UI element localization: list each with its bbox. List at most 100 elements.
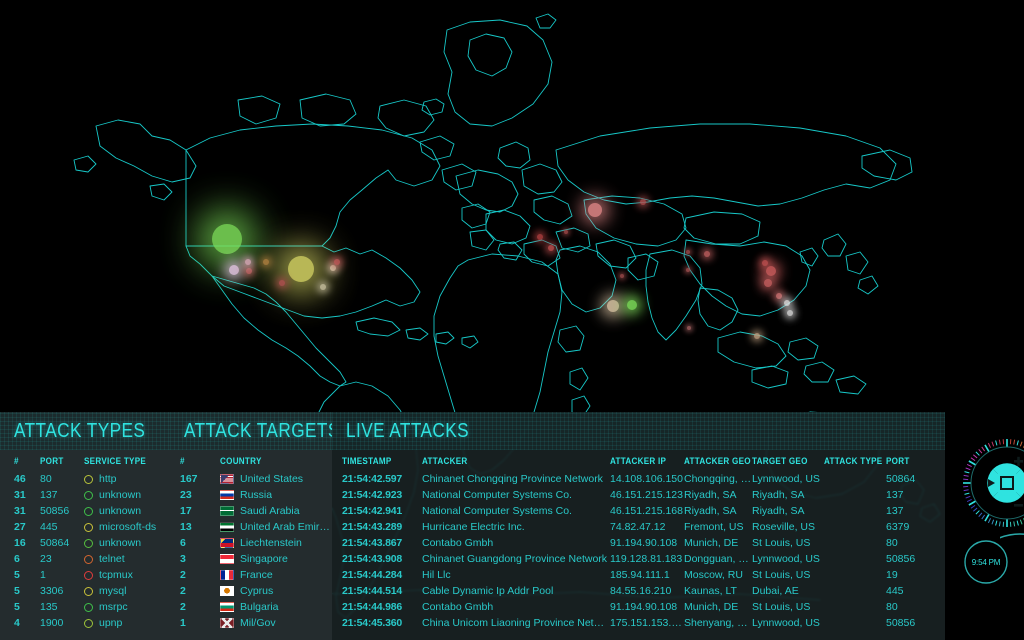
live-attack-timestamp: 21:54:43.289: [342, 521, 403, 533]
attack-target-count: 2: [180, 585, 186, 597]
attack-type-count: 46: [14, 473, 26, 485]
live-attack-row[interactable]: 21:54:44.986 Contabo Gmbh 91.194.90.108 Mun…: [342, 599, 945, 615]
col-port: PORT: [40, 456, 64, 466]
attack-target-row[interactable]: 6 Liechtenstein: [180, 535, 332, 551]
attack-type-port: 50856: [40, 505, 70, 517]
live-attack-type: [824, 519, 886, 535]
attack-target-count: 13: [180, 521, 192, 533]
service-status-dot-icon: [84, 538, 93, 548]
attack-type-row[interactable]: 4 1900 upnp: [14, 615, 170, 631]
service-type-label: telnet: [99, 553, 125, 565]
home-button[interactable]: [994, 470, 1020, 496]
live-attack-type: [824, 583, 886, 599]
col-attacker: ATTACKER: [422, 456, 468, 466]
map-navigation-control[interactable]: [952, 428, 1024, 538]
attack-type-row[interactable]: 31 50856 unknown: [14, 503, 170, 519]
live-attack-row[interactable]: 21:54:43.867 Contabo Gmbh 91.194.90.108 Mun…: [342, 535, 945, 551]
attack-type-count: 6: [14, 553, 20, 565]
attack-type-port: 135: [40, 601, 58, 613]
attack-target-row[interactable]: 2 France: [180, 567, 332, 583]
col-port: PORT: [886, 456, 910, 466]
attack-type-count: 31: [14, 489, 26, 501]
live-attack-attacker-geo: Riyadh, SA: [684, 489, 737, 501]
attack-type-row[interactable]: 27 445 microsoft-ds: [14, 519, 170, 535]
live-attack-row[interactable]: 21:54:42.597 Chinanet Chongqing Province …: [342, 471, 945, 487]
live-attack-row[interactable]: 21:54:43.908 Chinanet Guangdong Province …: [342, 551, 945, 567]
attack-type-port: 445: [40, 521, 58, 533]
attack-target-country: Bulgaria: [220, 599, 332, 615]
live-attack-row[interactable]: 21:54:42.941 National Computer Systems Co…: [342, 503, 945, 519]
attack-target-country: France: [220, 567, 332, 583]
live-attacks-header-row: TIMESTAMP ATTACKER ATTACKER IP ATTACKER …: [342, 450, 945, 471]
live-attack-type: [824, 487, 886, 503]
attack-type-row[interactable]: 5 3306 mysql: [14, 583, 170, 599]
attack-type-port: 3306: [40, 585, 64, 597]
live-attack-row[interactable]: 21:54:43.289 Hurricane Electric Inc. 74.82…: [342, 519, 945, 535]
live-attack-timestamp: 21:54:43.908: [342, 553, 403, 565]
live-attack-type: [824, 503, 886, 519]
country-label: United Arab Emirat...: [240, 521, 332, 533]
live-attack-attacker-geo: Fremont, US: [684, 521, 744, 533]
live-attack-ip: 91.194.90.108: [610, 601, 678, 613]
attack-target-row[interactable]: 13 United Arab Emirat...: [180, 519, 332, 535]
attack-types-title: ATTACK TYPES: [14, 419, 146, 442]
dashboard-panels: ATTACK TYPES # PORT SERVICE TYPE 46 80 h…: [0, 412, 1024, 640]
live-attack-ip: 74.82.47.12: [610, 521, 666, 533]
col-count: #: [14, 456, 19, 466]
attack-target-country: Mil/Gov: [220, 615, 332, 631]
live-attack-row[interactable]: 21:54:44.284 Hil Llc 185.94.111.1 Moscow, R…: [342, 567, 945, 583]
live-attack-ip: 185.94.111.1: [610, 569, 670, 581]
live-attack-target-geo: St Louis, US: [752, 601, 811, 613]
attack-target-row[interactable]: 167 United States: [180, 471, 332, 487]
attack-types-panel: ATTACK TYPES # PORT SERVICE TYPE 46 80 h…: [0, 412, 202, 640]
live-attack-row[interactable]: 21:54:45.360 China Unicom Liaoning Provin…: [342, 615, 945, 631]
attack-type-row[interactable]: 5 135 msrpc: [14, 599, 170, 615]
attack-type-count: 27: [14, 521, 26, 533]
country-label: Cyprus: [240, 585, 274, 597]
attack-type-port: 23: [40, 553, 52, 565]
live-attack-target-geo: Lynnwood, US: [752, 617, 820, 629]
attack-type-row[interactable]: 5 1 tcpmux: [14, 567, 170, 583]
attack-target-row[interactable]: 3 Singapore: [180, 551, 332, 567]
live-attack-port: 80: [886, 537, 898, 549]
attack-type-row[interactable]: 6 23 telnet: [14, 551, 170, 567]
live-attack-attacker: Contabo Gmbh: [422, 537, 494, 549]
live-attack-attacker: National Computer Systems Co.: [422, 489, 572, 501]
attack-type-row[interactable]: 31 137 unknown: [14, 487, 170, 503]
attack-target-row[interactable]: 2 Cyprus: [180, 583, 332, 599]
live-attack-attacker-geo: Moscow, RU: [684, 569, 743, 581]
attack-type-service: http: [84, 471, 170, 487]
country-label: Singapore: [240, 553, 288, 565]
attack-target-count: 2: [180, 601, 186, 613]
live-attack-row[interactable]: 21:54:42.923 National Computer Systems Co…: [342, 487, 945, 503]
country-flag-icon: [220, 570, 234, 580]
live-attack-port: 137: [886, 505, 904, 517]
attack-target-country: Liechtenstein: [220, 535, 332, 551]
country-label: Russia: [240, 489, 273, 501]
decorative-ring: [963, 530, 1024, 640]
country-label: Mil/Gov: [240, 617, 276, 629]
live-attack-row[interactable]: 21:54:44.514 Cable Dynamic Ip Addr Pool 84…: [342, 583, 945, 599]
attack-target-count: 2: [180, 569, 186, 581]
service-type-label: mysql: [99, 585, 127, 597]
country-flag-icon: [220, 490, 234, 500]
zoom-out-icon: [1014, 504, 1023, 507]
attack-targets-panel: ATTACK TARGETS # COUNTRY 167 United Stat…: [170, 412, 398, 640]
attack-type-row[interactable]: 16 50864 unknown: [14, 535, 170, 551]
attack-targets-rows: 167 United States 23 Russia 17 Saudi Arabia 13…: [180, 471, 332, 631]
attack-type-count: 31: [14, 505, 26, 517]
attack-type-service: telnet: [84, 551, 170, 567]
attack-target-row[interactable]: 23 Russia: [180, 487, 332, 503]
attack-targets-header-row: # COUNTRY: [180, 450, 332, 471]
attack-target-country: United States: [220, 471, 332, 487]
attack-type-row[interactable]: 46 80 http: [14, 471, 170, 487]
attack-target-country: Cyprus: [220, 583, 332, 599]
attack-target-row[interactable]: 17 Saudi Arabia: [180, 503, 332, 519]
live-attack-attacker: Contabo Gmbh: [422, 601, 494, 613]
attack-target-row[interactable]: 1 Mil/Gov: [180, 615, 332, 631]
attack-target-row[interactable]: 2 Bulgaria: [180, 599, 332, 615]
attack-target-count: 1: [180, 617, 186, 629]
col-count: #: [180, 456, 185, 466]
attack-target-country: Singapore: [220, 551, 332, 567]
service-type-label: unknown: [99, 489, 142, 501]
